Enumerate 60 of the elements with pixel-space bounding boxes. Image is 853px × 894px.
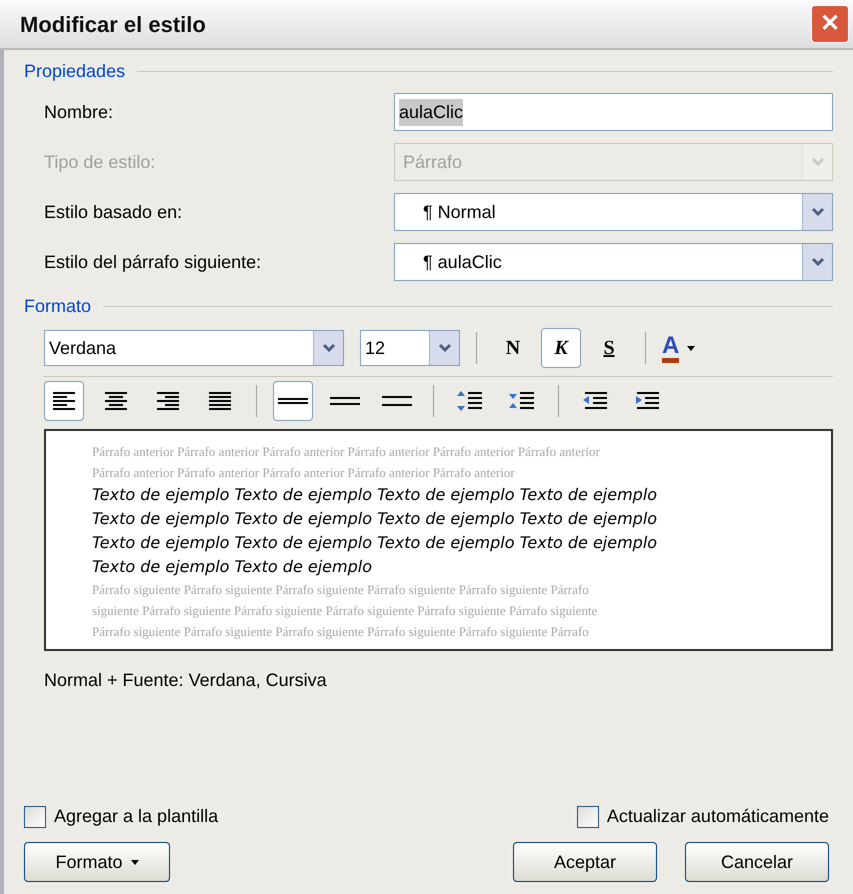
checkbox[interactable] — [24, 806, 46, 828]
dropdown-value: 12 — [364, 336, 386, 360]
bold-button[interactable]: N — [493, 328, 533, 368]
dropdown[interactable]: ¶ Normal — [394, 193, 833, 231]
caret-down-icon — [130, 860, 139, 864]
name-input[interactable]: aulaClic — [394, 93, 833, 131]
style-description: Normal + Fuente: Verdana, Cursiva — [44, 669, 328, 692]
line-spacing-one-half-icon — [330, 397, 360, 405]
group-legend: Formato — [24, 293, 92, 320]
group-legend: Propiedades — [24, 58, 126, 85]
chevron-down-icon — [810, 157, 824, 167]
dropdown-value: Verdana — [48, 336, 118, 360]
preview-text: Párrafo anterior Párrafo anterior Párrafo anterior Párrafo anterior Párrafo anterior — [92, 464, 516, 482]
decrease-indent-icon — [581, 390, 609, 412]
field-label: Nombre: — [44, 100, 114, 124]
sample-text: Texto de ejemplo Texto de ejemplo Texto de ejemplo Texto de ejemplo — [92, 484, 658, 506]
caret-down-icon — [687, 346, 696, 350]
chevron-down-icon — [322, 343, 336, 353]
preview-text: Párrafo siguiente Párrafo siguiente Párrafo siguiente Párrafo siguiente Párrafo siguiente Párrafo — [92, 581, 590, 599]
dropdown[interactable]: ¶ aulaClic — [394, 243, 833, 281]
chevron-down-icon — [438, 343, 452, 353]
sample-text: Texto de ejemplo Texto de ejemplo Texto de ejemplo Texto de ejemplo — [92, 508, 658, 530]
input-value: aulaClic — [399, 98, 464, 126]
dropdown-value: ¶ aulaClic — [422, 250, 503, 274]
field-label: Estilo del párrafo siguiente: — [44, 250, 262, 274]
align-center-icon — [104, 391, 128, 411]
chevron-down-icon — [810, 257, 824, 267]
align-right-icon — [156, 391, 180, 411]
chevron-down-icon — [810, 207, 824, 217]
paragraph-space-before-icon — [456, 390, 484, 412]
underline-button[interactable]: S — [589, 328, 629, 368]
preview-text: Párrafo anterior Párrafo anterior Párrafo anterior Párrafo anterior Párrafo anterior Párrafo anterior — [92, 443, 601, 461]
line-spacing-double-icon — [382, 396, 412, 406]
window-title: Modificar el estilo — [20, 10, 206, 38]
checkbox-label: Actualizar automáticamente — [606, 805, 829, 828]
font-dropdown[interactable]: Verdana — [44, 330, 344, 366]
sample-text: Texto de ejemplo Texto de ejemplo Texto de ejemplo Texto de ejemplo — [92, 532, 658, 554]
size-dropdown[interactable]: 12 — [360, 330, 460, 366]
preview-text: siguiente Párrafo siguiente Párrafo siguiente Párrafo siguiente Párrafo siguiente Párrafo siguiente — [92, 602, 598, 620]
checkbox[interactable] — [576, 806, 599, 828]
align-button[interactable] — [44, 381, 84, 421]
line-spacing-single-icon — [278, 398, 308, 404]
preview-text: Párrafo siguiente Párrafo siguiente Párrafo siguiente Párrafo siguiente Párrafo siguiente Párrafo — [92, 623, 590, 641]
checkbox-label: Agregar a la plantilla — [54, 805, 218, 828]
dropdown-value: Párrafo — [402, 150, 464, 174]
accept-button[interactable]: Aceptar — [513, 842, 657, 882]
align-left-icon — [52, 391, 76, 411]
increase-indent-icon — [633, 390, 661, 412]
align-justify-icon — [208, 391, 232, 411]
field-label: Tipo de estilo: — [44, 150, 156, 174]
sample-text: Texto de ejemplo Texto de ejemplo — [92, 556, 373, 578]
line-spacing-button[interactable] — [273, 381, 313, 421]
font-color-button[interactable]: A — [662, 334, 696, 362]
close-button[interactable]: ✕ — [811, 5, 849, 43]
paragraph-space-after-icon — [508, 390, 536, 412]
cancel-button[interactable]: Cancelar — [685, 842, 829, 882]
field-label: Estilo basado en: — [44, 200, 184, 224]
italic-button[interactable]: K — [541, 328, 581, 368]
format-menu-button[interactable]: Formato — [24, 842, 170, 882]
dropdown-value: ¶ Normal — [422, 200, 497, 224]
